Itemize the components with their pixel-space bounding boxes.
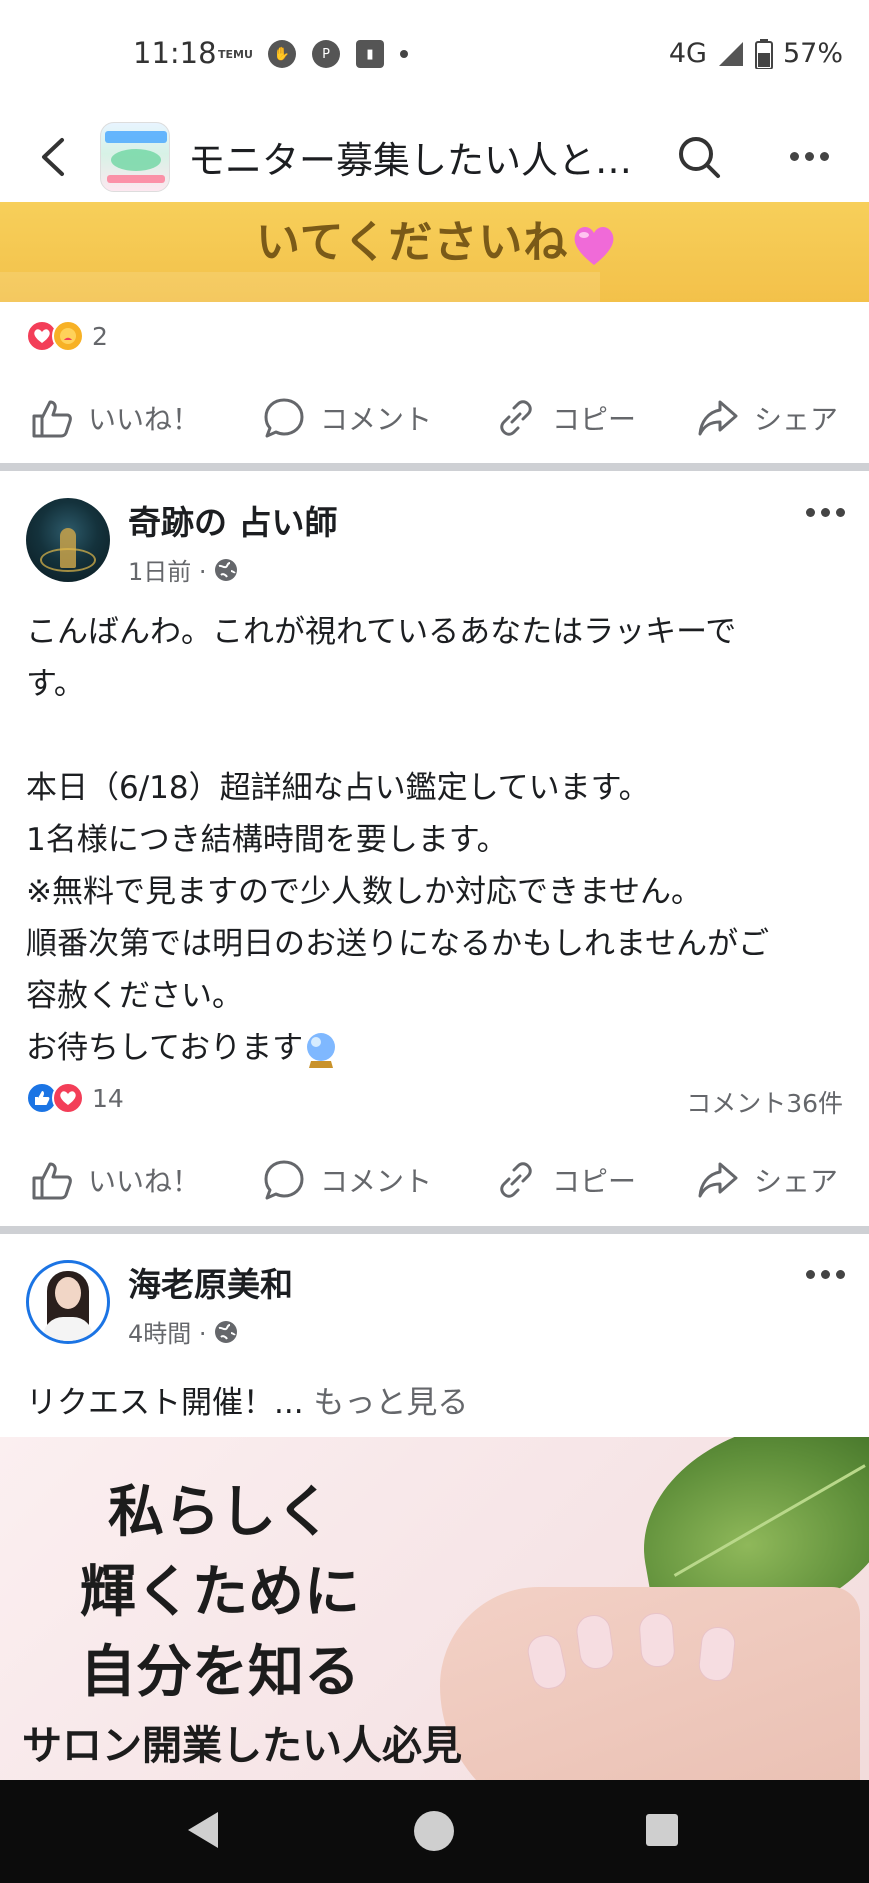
post1-reactions[interactable]: 14 [26,1082,124,1114]
prev-post-actions: いいね！ コメント コピー シェア [0,378,869,458]
post1-actions: いいね！ コメント コピー シェア [0,1140,869,1220]
thumbs-up-icon [32,1162,72,1200]
prev-post-reactions[interactable]: 2 [26,320,108,352]
share-button[interactable]: シェア [696,396,838,440]
comment-bubble-icon [264,398,304,438]
system-navigation-bar [0,1780,869,1883]
love-reaction-icon [52,1082,84,1114]
search-icon[interactable] [676,134,722,180]
post-divider [0,463,869,471]
post2-time[interactable]: 4時間 · [128,1314,207,1349]
share-arrow-icon [698,400,738,436]
post1-reaction-count: 14 [92,1083,124,1113]
post1-line: ※無料で見ますので少人数しか対応できません。 [26,874,703,910]
post2-snippet-text: リクエスト開催！... [26,1385,304,1421]
post2-avatar[interactable] [26,1260,110,1344]
temu-notification-icon: TEMU [218,47,253,61]
post1-line: 順番次第では明日のお送りになるかもしれませんがご [26,926,770,962]
post1-line: こんばんわ。これが視れているあなたはラッキーで [26,614,737,650]
comment-button[interactable]: コメント [262,396,432,440]
post1-body: こんばんわ。これが視れているあなたはラッキーで す。 本日（6/18）超詳細な占… [26,606,846,1074]
post1-line: 1名様につき結構時間を要します。 [26,822,508,858]
back-arrow-icon[interactable] [36,136,70,178]
post1-line: 本日（6/18）超詳細な占い鑑定しています。 [26,770,650,806]
like-button[interactable]: いいね！ [30,396,200,440]
post1-comment-count[interactable]: コメント36件 [686,1084,843,1120]
globe-icon [214,1320,237,1343]
post2-meta: 4時間 · [128,1314,239,1349]
prev-post-image[interactable]: いてくださいね [0,202,869,302]
pinterest-icon: P [312,40,340,68]
network-type: 4G [668,38,707,69]
globe-icon [214,558,237,581]
battery-icon [754,38,773,69]
see-more-link[interactable]: もっと見る [313,1385,468,1421]
post2-author[interactable]: 海老原美和 [128,1258,293,1306]
more-notifications-dot [400,50,408,58]
banner-text: いてくださいね [256,206,618,270]
post1-more-icon[interactable] [806,508,845,517]
post1-meta: 1日前 · [128,552,239,587]
post1-avatar[interactable] [26,498,110,582]
post1-header: 奇跡の 占い師 1日前 · [0,496,869,596]
promo-line-1: 私らしく [108,1479,332,1545]
share-arrow-icon [698,1162,738,1198]
reaction-count: 2 [92,321,108,351]
copy-link-button[interactable]: コピー [494,1158,636,1202]
promo-line-2: 輝くために [80,1559,360,1625]
link-icon [500,400,532,436]
post1-line-last: お待ちしております [26,1022,846,1074]
nav-home-icon[interactable] [414,1811,454,1851]
nav-back-icon[interactable] [188,1812,218,1848]
copy-link-button[interactable]: コピー [494,396,636,440]
post1-author[interactable]: 奇跡の 占い師 [128,496,338,544]
bookmark-notification-icon: ▮ [356,40,384,68]
crystal-ball-icon [307,1032,336,1068]
post-divider [0,1226,869,1234]
post2-header: 海老原美和 4時間 · [0,1258,869,1358]
pink-heart-icon [574,227,614,265]
post1-line: す。 [26,666,85,702]
more-options-icon[interactable] [790,152,829,161]
signal-icon [718,41,743,66]
share-button[interactable]: シェア [696,1158,838,1202]
group-title[interactable]: モニター募集したい人と… [188,130,632,184]
post2-snippet: リクエスト開催！... もっと見る [26,1377,468,1422]
like-button[interactable]: いいね！ [30,1158,200,1202]
post1-line: 容赦ください。 [26,978,243,1014]
app-notification-icon: ✋ [268,40,296,68]
status-right: 4G 57% [669,38,843,69]
post2-more-icon[interactable] [806,1270,845,1279]
comment-bubble-icon [264,1160,304,1200]
thumbs-up-icon [32,400,72,438]
battery-percent: 57% [782,38,843,69]
promo-line-3: 自分を知る [80,1639,360,1705]
status-bar: 11:18 TEMU ✋ P ▮ 4G 57% [0,0,869,112]
nav-recents-icon[interactable] [646,1814,678,1846]
comment-button[interactable]: コメント [262,1158,432,1202]
notification-icons: TEMU ✋ P ▮ [218,40,408,68]
status-time: 11:18 [133,36,217,70]
post1-line [26,710,846,762]
group-thumbnail[interactable] [100,122,170,192]
post2-promo-image[interactable]: 私らしく 輝くために 自分を知る サロン開業したい人必見 [0,1437,869,1780]
post1-time[interactable]: 1日前 · [128,552,207,587]
promo-subline: サロン開業したい人必見 [22,1723,462,1769]
link-icon [500,1162,532,1198]
care-reaction-icon [52,320,84,352]
app-bar: モニター募集したい人と… [0,112,869,202]
